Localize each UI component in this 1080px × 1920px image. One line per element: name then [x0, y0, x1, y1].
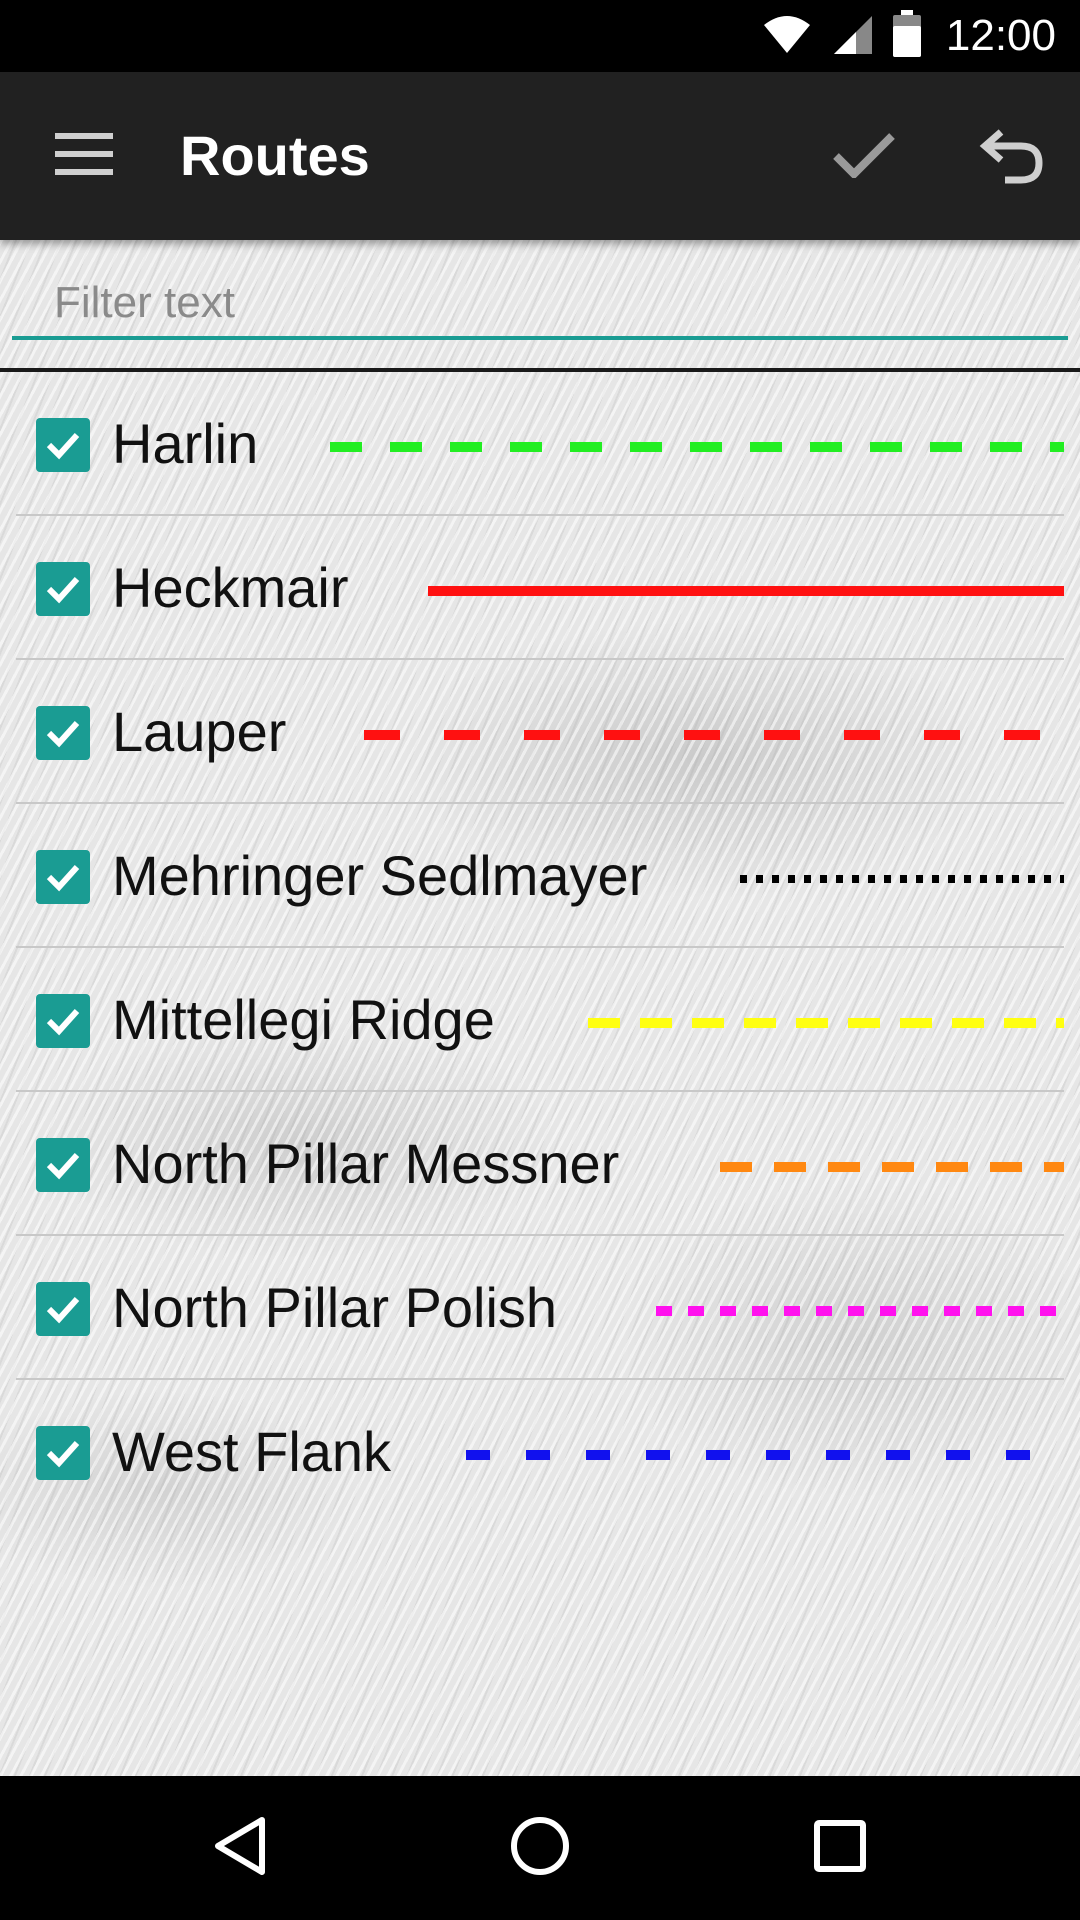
route-row[interactable]: Mittellegi Ridge	[0, 948, 1080, 1092]
route-row[interactable]: Mehringer Sedlmayer	[0, 804, 1080, 948]
wifi-icon	[762, 13, 812, 60]
undo-icon	[975, 124, 1045, 189]
route-checkbox[interactable]	[36, 1138, 90, 1192]
menu-button[interactable]	[40, 112, 128, 200]
route-name: Lauper	[112, 700, 287, 763]
route-line-swatch	[588, 1018, 1064, 1028]
route-name: Mehringer Sedlmayer	[112, 844, 648, 907]
undo-button[interactable]	[960, 112, 1060, 200]
route-checkbox[interactable]	[36, 850, 90, 904]
routes-list: Harlin Heckmair Lauper Mehringer Sedlmay…	[0, 372, 1080, 1524]
battery-icon	[892, 9, 922, 63]
route-checkbox[interactable]	[36, 994, 90, 1048]
back-icon	[212, 1816, 268, 1881]
routes-content: Harlin Heckmair Lauper	[0, 240, 1080, 1776]
navigation-bar	[0, 1776, 1080, 1920]
recents-icon	[813, 1819, 867, 1878]
route-row[interactable]: Harlin	[0, 372, 1080, 516]
route-line-swatch	[330, 442, 1064, 452]
route-name: Heckmair	[112, 556, 349, 619]
route-line-swatch	[740, 875, 1064, 883]
recents-button[interactable]	[796, 1804, 884, 1892]
home-icon	[510, 1816, 570, 1881]
app-bar: Routes	[0, 72, 1080, 240]
back-button[interactable]	[196, 1804, 284, 1892]
route-row[interactable]: North Pillar Messner	[0, 1092, 1080, 1236]
route-row[interactable]: West Flank	[0, 1380, 1080, 1524]
route-row[interactable]: Lauper	[0, 660, 1080, 804]
page-title: Routes	[180, 124, 370, 187]
cell-signal-icon	[830, 12, 874, 61]
route-line-swatch	[466, 1450, 1064, 1460]
route-line-swatch	[656, 1306, 1064, 1316]
route-checkbox[interactable]	[36, 1426, 90, 1480]
status-icons: 12:00	[762, 0, 1056, 72]
filter-field	[12, 270, 1068, 344]
menu-icon	[55, 132, 113, 180]
route-row[interactable]: North Pillar Polish	[0, 1236, 1080, 1380]
route-name: North Pillar Polish	[112, 1276, 558, 1339]
route-checkbox[interactable]	[36, 1282, 90, 1336]
status-bar: 12:00	[0, 0, 1080, 72]
app-screen: 12:00 Routes Filter text Harlin Heckmair…	[0, 0, 1080, 1920]
route-name: West Flank	[112, 1420, 392, 1483]
filter-input[interactable]	[12, 270, 1068, 340]
route-checkbox[interactable]	[36, 418, 90, 472]
route-checkbox[interactable]	[36, 706, 90, 760]
route-name: North Pillar Messner	[112, 1132, 620, 1195]
route-row[interactable]: Heckmair	[0, 516, 1080, 660]
route-name: Mittellegi Ridge	[112, 988, 495, 1051]
route-name: Harlin	[112, 412, 259, 475]
route-checkbox[interactable]	[36, 562, 90, 616]
confirm-button[interactable]	[820, 112, 908, 200]
status-time: 12:00	[945, 11, 1056, 60]
route-line-swatch	[364, 730, 1064, 740]
home-button[interactable]	[496, 1804, 584, 1892]
route-line-swatch	[428, 586, 1064, 596]
route-line-swatch	[720, 1162, 1064, 1172]
check-icon	[832, 130, 896, 183]
